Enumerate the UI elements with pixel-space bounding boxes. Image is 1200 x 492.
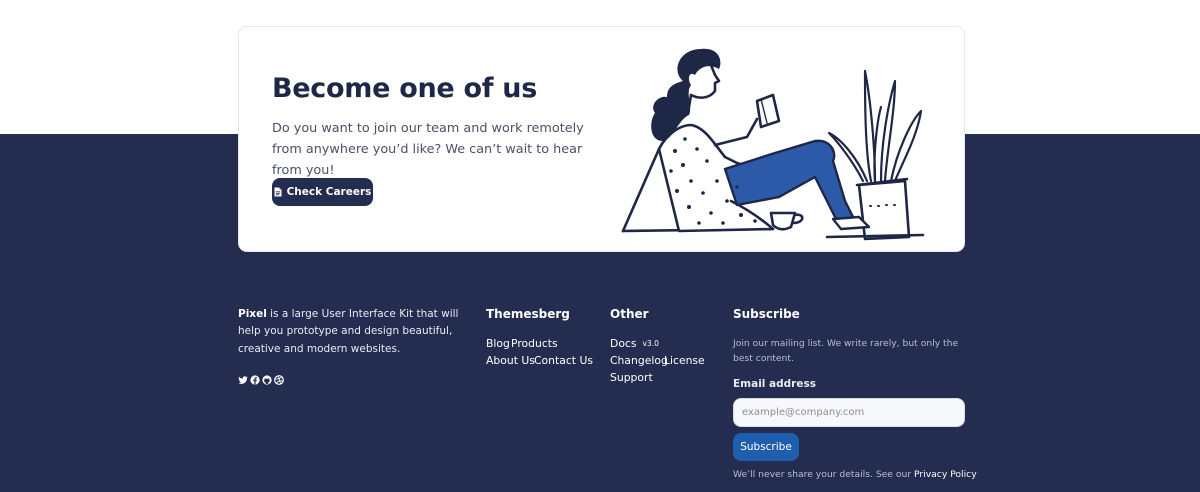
about-description: is a large User Interface Kit that will … (238, 308, 459, 355)
github-icon[interactable] (262, 375, 272, 385)
privacy-text: We’ll never share your details. See our (733, 469, 915, 480)
subscribe-description: Join our mailing list. We write rarely, … (733, 338, 959, 364)
docs-label: Docs (610, 337, 637, 350)
email-label: Email address (733, 378, 816, 390)
subscribe-button[interactable]: Subscribe (733, 433, 799, 461)
about-text: Pixel is a large User Interface Kit that… (238, 306, 478, 358)
link-support[interactable]: Support (610, 371, 653, 384)
link-about-us[interactable]: About Us (486, 354, 535, 367)
document-icon (274, 187, 282, 197)
check-careers-button[interactable]: Check Careers (272, 178, 373, 206)
check-careers-label: Check Careers (286, 186, 372, 198)
link-contact-us[interactable]: Contact Us (534, 354, 593, 367)
social-links (238, 375, 284, 385)
other-title: Other (610, 307, 649, 321)
careers-card: Become one of us Do you want to join our… (238, 26, 965, 252)
email-input[interactable] (733, 398, 965, 427)
themesberg-title: Themesberg (486, 307, 570, 321)
facebook-icon[interactable] (250, 375, 260, 385)
privacy-policy-link[interactable]: Privacy Policy (914, 469, 977, 480)
privacy-note: We’ll never share your details. See our … (733, 469, 977, 480)
brand-name: Pixel (238, 308, 267, 320)
version-badge: v3.0 (642, 339, 659, 348)
link-license[interactable]: License (664, 354, 705, 367)
link-docs[interactable]: Docs v3.0 (610, 337, 659, 350)
link-changelog[interactable]: Changelog (610, 354, 668, 367)
twitter-icon[interactable] (238, 375, 248, 385)
dribbble-icon[interactable] (274, 375, 284, 385)
careers-description: Do you want to join our team and work re… (272, 121, 584, 178)
woman-reading-illustration (621, 48, 925, 241)
link-products[interactable]: Products (511, 337, 558, 350)
link-blog[interactable]: Blog (486, 337, 510, 350)
careers-title: Become one of us (272, 73, 537, 104)
subscribe-title: Subscribe (733, 307, 800, 321)
